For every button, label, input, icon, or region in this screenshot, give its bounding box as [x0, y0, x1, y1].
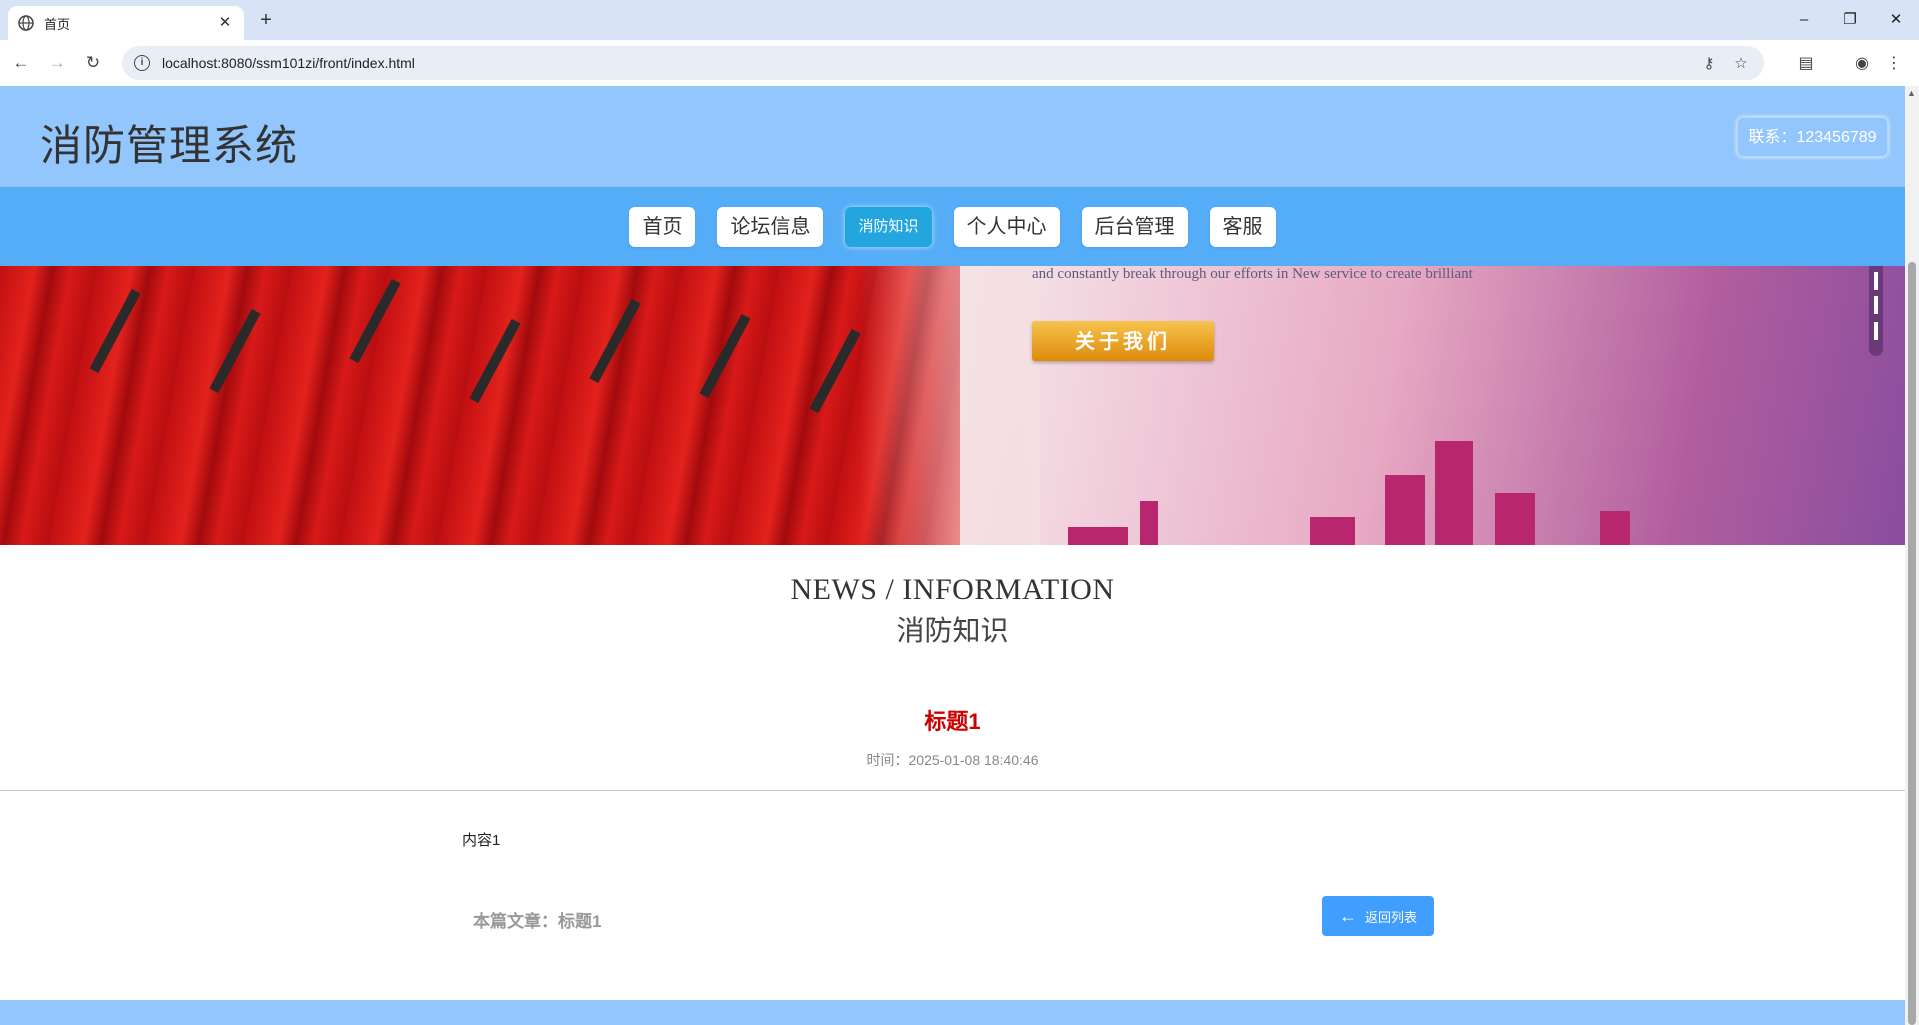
- restore-window-button[interactable]: ❐: [1827, 8, 1873, 32]
- section-title-cn: 消防知识: [896, 614, 1009, 647]
- skyline-shape: [1435, 441, 1473, 545]
- nav-item-customer-service[interactable]: 客服: [1209, 206, 1276, 247]
- site-info-icon[interactable]: i: [134, 55, 150, 71]
- reading-mode-icon[interactable]: ▤: [1794, 52, 1818, 76]
- forward-arrow-icon[interactable]: →: [44, 50, 70, 76]
- browser-tab[interactable]: 首页 ✕: [8, 6, 244, 40]
- tab-title: 首页: [44, 16, 71, 32]
- current-article-label: 本篇文章：标题1: [473, 912, 602, 931]
- close-window-button[interactable]: ✕: [1873, 8, 1919, 32]
- section-title-en: NEWS / INFORMATION: [790, 573, 1115, 606]
- nav-item-forum[interactable]: 论坛信息: [717, 206, 824, 247]
- arrow-left-icon: ←: [1338, 905, 1357, 926]
- slider-dot[interactable]: [1874, 322, 1878, 340]
- close-tab-icon[interactable]: ✕: [216, 14, 234, 32]
- contact-badge: 联系：123456789: [1737, 117, 1888, 157]
- back-to-list-button[interactable]: ← 返回列表: [1322, 896, 1434, 936]
- site-header: 消防管理系统 联系：123456789: [0, 86, 1905, 187]
- skyline-shape: [1385, 475, 1425, 545]
- bookmark-star-icon[interactable]: ☆: [1730, 54, 1752, 72]
- address-bar[interactable]: i localhost:8080/ssm101zi/front/index.ht…: [122, 46, 1764, 80]
- skyline-shape: [1068, 527, 1128, 545]
- menu-dots-icon[interactable]: ⋮: [1882, 52, 1906, 76]
- banner-image: and constantly break through our efforts…: [0, 266, 1905, 545]
- divider: [0, 790, 1905, 791]
- browser-tab-bar: 首页 ✕ + – ❐ ✕: [0, 0, 1919, 40]
- slider-dot[interactable]: [1874, 272, 1878, 290]
- page-viewport: 消防管理系统 联系：123456789 首页 论坛信息 消防知识 个人中心 后台…: [0, 86, 1905, 1025]
- site-title: 消防管理系统: [40, 122, 299, 169]
- password-key-icon[interactable]: ⚷: [1698, 54, 1720, 72]
- back-arrow-icon[interactable]: ←: [8, 50, 34, 76]
- globe-icon: [18, 15, 34, 31]
- skyline-shape: [1495, 493, 1535, 545]
- page-scrollbar[interactable]: ▲: [1905, 86, 1919, 1025]
- reload-icon[interactable]: ↻: [80, 50, 106, 76]
- about-us-button[interactable]: 关于我们: [1032, 321, 1214, 361]
- skyline-shape: [1140, 501, 1158, 545]
- section-heading: NEWS / INFORMATION 消防知识: [0, 573, 1905, 649]
- new-tab-button[interactable]: +: [254, 9, 278, 33]
- article-content: 内容1: [462, 832, 501, 849]
- banner-tagline: and constantly break through our efforts…: [1032, 266, 1473, 282]
- slider-dot[interactable]: [1874, 296, 1878, 314]
- scrollbar-thumb[interactable]: [1908, 262, 1916, 1025]
- nav-item-admin[interactable]: 后台管理: [1081, 206, 1188, 247]
- article-time: 时间：2025-01-08 18:40:46: [866, 752, 1039, 768]
- site-footer: [0, 1000, 1905, 1025]
- skyline-shape: [1600, 511, 1630, 545]
- banner-slider-indicator[interactable]: [1869, 266, 1883, 356]
- back-to-list-label: 返回列表: [1364, 909, 1417, 925]
- banner-fade: [860, 266, 1040, 545]
- nav-item-fire-knowledge[interactable]: 消防知识: [845, 206, 932, 247]
- article-title: 标题1: [924, 709, 981, 734]
- nav-item-personal-center[interactable]: 个人中心: [953, 206, 1060, 247]
- skyline-shape: [1310, 517, 1355, 545]
- browser-toolbar: ← → ↻ i localhost:8080/ssm101zi/front/in…: [0, 40, 1919, 86]
- nav-item-home[interactable]: 首页: [629, 206, 696, 247]
- profile-icon[interactable]: ◉: [1850, 52, 1874, 76]
- scroll-up-arrow-icon[interactable]: ▲: [1907, 88, 1916, 98]
- main-nav: 首页 论坛信息 消防知识 个人中心 后台管理 客服: [0, 187, 1905, 266]
- url-text[interactable]: localhost:8080/ssm101zi/front/index.html: [162, 55, 1688, 71]
- minimize-window-button[interactable]: –: [1781, 8, 1827, 32]
